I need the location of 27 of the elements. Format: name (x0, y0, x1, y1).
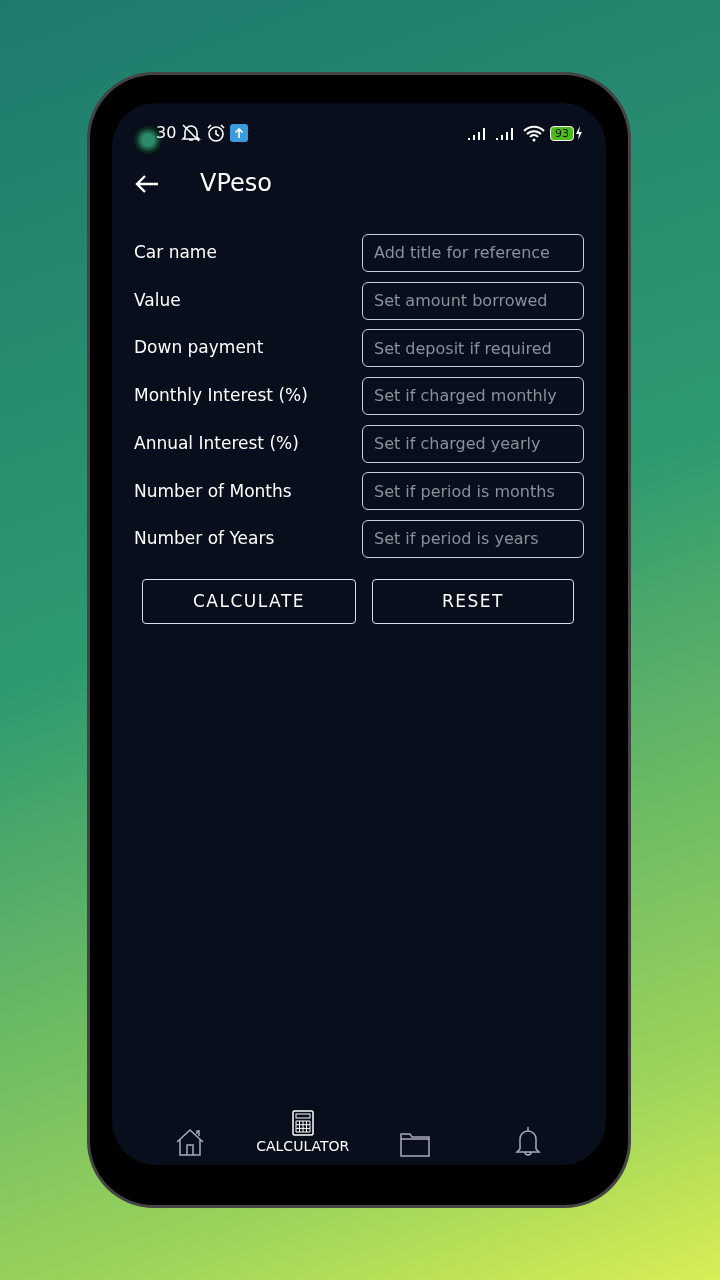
calculator-icon (291, 1110, 314, 1136)
input-field[interactable]: Set if charged yearly (362, 424, 584, 463)
bell-icon (513, 1125, 542, 1157)
input-field[interactable]: Set amount borrowed (362, 281, 584, 320)
field-label: Down payment (134, 336, 264, 360)
calculate-button[interactable]: CALCULATE (142, 578, 356, 624)
field-label: Value (134, 288, 181, 312)
alarm-icon (206, 123, 227, 143)
field-label: Annual Interest (%) (134, 431, 299, 455)
input-field[interactable]: Add title for reference (362, 233, 584, 272)
wifi-icon (522, 124, 546, 142)
app-title: VPeso (200, 168, 272, 199)
reset-button[interactable]: RESET (372, 578, 574, 624)
field-label: Number of Months (134, 479, 292, 503)
input-field[interactable]: Set if charged monthly (362, 376, 584, 415)
field-label: Car name (134, 241, 217, 265)
status-time: 30 (156, 122, 177, 144)
field-label: Number of Years (134, 527, 275, 551)
upload-icon (230, 124, 249, 142)
input-field[interactable]: Set deposit if required (362, 329, 584, 368)
mute-icon (180, 123, 203, 143)
input-field[interactable]: Set if period is months (362, 472, 584, 511)
battery-level: 93 (550, 125, 574, 141)
nav-tab[interactable]: CALCULATOR (247, 1110, 358, 1157)
field-label: Monthly Interest (%) (134, 384, 308, 408)
input-field[interactable]: Set if period is years (362, 519, 584, 558)
folder-icon (400, 1131, 431, 1157)
